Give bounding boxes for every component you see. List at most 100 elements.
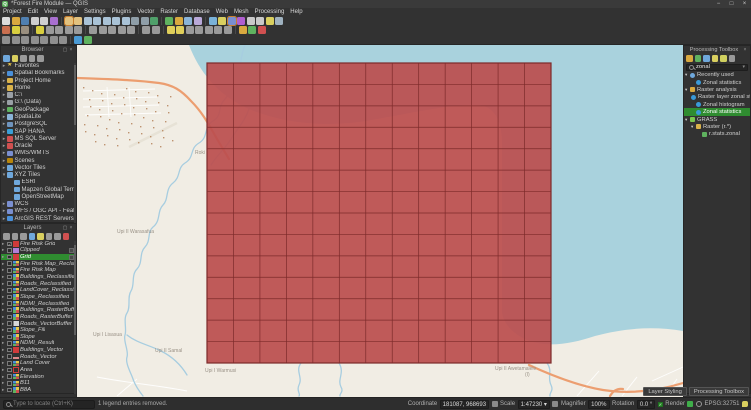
modify-attributes-icon[interactable] — [89, 26, 97, 35]
filter-legend-icon[interactable] — [28, 233, 35, 240]
refresh-map-icon[interactable] — [150, 16, 158, 25]
layer-row[interactable]: ▸ Buildings_RasterBuffer — [1, 307, 76, 314]
browser-item[interactable]: ▸ Project Home — [1, 77, 76, 84]
processing-history-icon[interactable] — [686, 55, 693, 62]
processing-item[interactable]: r.stats.zonal — [684, 131, 750, 138]
layer-checkbox[interactable] — [7, 314, 12, 320]
layer-row[interactable]: ▸ Elevation — [1, 373, 76, 380]
processing-options-icon[interactable] — [728, 55, 735, 62]
layer-checkbox[interactable] — [7, 288, 12, 293]
expand-all-icon[interactable] — [45, 233, 52, 240]
menu-mesh[interactable]: Mesh — [231, 9, 252, 15]
zoom-full-icon[interactable] — [102, 16, 111, 25]
browser-item[interactable]: ESRI — [1, 179, 76, 186]
new-project-icon[interactable] — [2, 16, 10, 25]
browser-item[interactable]: ▸ ★ Favorites — [1, 63, 76, 70]
menu-settings[interactable]: Settings — [81, 9, 109, 15]
menu-project[interactable]: Project — [0, 9, 25, 15]
browser-close-button[interactable]: × — [68, 47, 74, 53]
style-manager-icon[interactable] — [49, 16, 58, 25]
layer-checkbox[interactable] — [7, 327, 12, 333]
menu-database[interactable]: Database — [181, 9, 213, 15]
layer-checkbox[interactable] — [7, 387, 12, 393]
processing-item[interactable]: ▾ Raster (r.*) — [684, 123, 750, 130]
save-layer-edits-icon[interactable] — [21, 26, 29, 35]
digitize-with-segment-icon[interactable] — [36, 26, 44, 35]
layer-checkbox[interactable] — [7, 281, 12, 286]
layer-row[interactable]: ▸ Roads_Reclassified — [1, 280, 76, 287]
layer-checkbox[interactable] — [7, 381, 12, 386]
open-project-icon[interactable] — [11, 16, 20, 25]
statistical-summary-icon[interactable] — [237, 16, 245, 25]
show-properties-widget-icon[interactable] — [28, 55, 35, 62]
layer-row[interactable]: ▸ B11 — [1, 380, 76, 387]
layer-row[interactable]: ▸ ✓ Fire Risk Grid — [1, 241, 76, 248]
processing-item[interactable]: ▾ Recently used — [684, 72, 750, 79]
new-virtual-layer-icon[interactable] — [193, 16, 202, 25]
layers-scrollbar[interactable] — [73, 241, 76, 394]
processing-item[interactable]: ▾ GRASS — [684, 116, 750, 123]
layer-row[interactable]: ▸LandCover_Reclassified — [1, 287, 76, 294]
pan-secondary-icon[interactable] — [30, 35, 39, 44]
layer-checkbox[interactable] — [7, 274, 12, 280]
layout-manager-icon[interactable] — [40, 16, 48, 25]
zoom-in-secondary-icon[interactable] — [11, 35, 20, 44]
new-geopackage-layer-icon[interactable] — [165, 16, 173, 25]
layer-row[interactable]: ▸ Slope_Reclassified — [1, 294, 76, 301]
highlight-pinned-labels-icon[interactable] — [195, 26, 203, 35]
add-group-icon[interactable] — [11, 233, 18, 240]
browser-item[interactable]: ▸ PostgreSQL — [1, 121, 76, 128]
browser-item[interactable]: ▸ SAP HANA — [1, 128, 76, 135]
menu-edit[interactable]: Edit — [25, 9, 41, 15]
processing-toolbox-toggle-icon[interactable] — [226, 15, 237, 26]
edit-features-in-place-icon[interactable] — [720, 55, 727, 62]
add-line-feature-icon[interactable] — [55, 26, 63, 35]
pan-to-selection-icon[interactable] — [74, 16, 82, 25]
menu-web[interactable]: Web — [213, 9, 231, 15]
osm-download-icon[interactable] — [238, 26, 247, 35]
layer-checkbox[interactable] — [7, 374, 12, 379]
layer-row[interactable]: ▸ Roads_VectorBuffer — [1, 320, 76, 327]
osm-import-icon[interactable] — [248, 26, 256, 35]
browser-item[interactable]: ▸ Scenes — [1, 157, 76, 164]
zoom-next-icon[interactable] — [140, 16, 149, 25]
layer-labeling-icon[interactable] — [166, 26, 175, 35]
layer-checkbox[interactable] — [7, 307, 12, 313]
processing-close-button[interactable]: × — [742, 47, 748, 53]
browser-item[interactable]: ▸ Spatial Bookmarks — [1, 70, 76, 77]
rotation-spinner[interactable]: 0.0 ° — [636, 399, 656, 409]
python-console-icon[interactable] — [74, 35, 82, 44]
menu-plugins[interactable]: Plugins — [109, 9, 135, 15]
browser-item[interactable]: ▾ XYZ Tiles — [1, 171, 76, 178]
collapse-all-icon[interactable] — [20, 55, 27, 62]
browser-scrollbar[interactable] — [73, 63, 76, 223]
layer-checkbox[interactable] — [7, 361, 12, 366]
layer-row[interactable]: ▸ Fire Risk Map — [1, 267, 76, 274]
processing-toolbox-tab[interactable]: Processing Toolbox — [688, 387, 749, 396]
pan-map-icon[interactable] — [63, 15, 74, 26]
processing-item[interactable]: ▾ Raster analysis — [684, 86, 750, 93]
browser-item[interactable]: OpenStreetMap — [1, 193, 76, 200]
paste-features-icon[interactable] — [127, 26, 135, 35]
layer-row[interactable]: ▸ Slope_Fill — [1, 327, 76, 334]
locator-search-input[interactable]: Type to locate (Ctrl+K) — [3, 399, 95, 409]
layer-row[interactable]: ▸ Buildings_Reclassified — [1, 274, 76, 281]
browser-item[interactable]: ▸ Home — [1, 84, 76, 91]
new-shapefile-layer-icon[interactable] — [174, 16, 183, 25]
plugin-icon-icon[interactable] — [83, 35, 92, 44]
zoom-in-icon[interactable] — [83, 16, 92, 25]
messages-button[interactable] — [742, 401, 748, 407]
layer-row[interactable]: ▸ Clipped — [1, 247, 76, 254]
browser-options-icon[interactable] — [37, 55, 44, 62]
processing-scripts-icon[interactable] — [703, 55, 710, 62]
maximize-button[interactable]: □ — [725, 0, 738, 8]
layer-row[interactable]: ▸ Slope — [1, 333, 76, 340]
layer-checkbox[interactable] — [7, 334, 12, 340]
search-options-icon[interactable]: ▾ — [742, 64, 745, 70]
browser-item[interactable]: ▸ SpatiaLite — [1, 113, 76, 120]
osm-export-icon[interactable] — [257, 26, 266, 35]
measure-line-icon[interactable] — [256, 16, 264, 25]
layer-row[interactable]: ▸ Area — [1, 367, 76, 374]
layer-checkbox[interactable] — [7, 367, 12, 373]
browser-item[interactable]: ▸ ArcGIS REST Servers — [1, 215, 76, 222]
